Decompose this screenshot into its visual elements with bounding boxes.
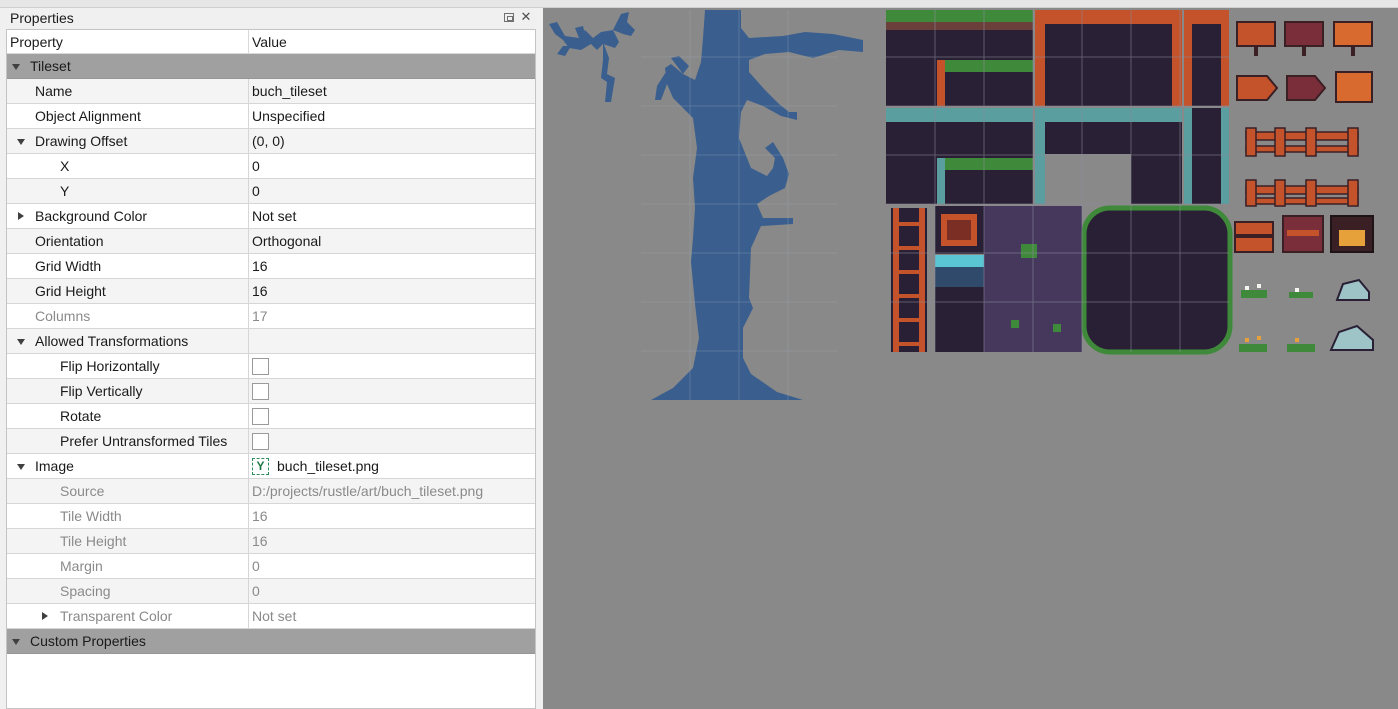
property-label: Flip Vertically	[60, 383, 143, 399]
property-row-prefer-untransformed[interactable]: Prefer Untransformed Tiles	[7, 429, 535, 454]
flip-vertically-checkbox[interactable]	[252, 383, 269, 400]
property-label: Tile Width	[60, 508, 122, 524]
expand-arrow-icon[interactable]	[12, 64, 20, 70]
sign-sprites[interactable]	[1236, 21, 1373, 103]
group-label: Custom Properties	[30, 633, 146, 649]
property-label: Grid Height	[35, 283, 106, 299]
float-dock-icon[interactable]	[504, 13, 514, 22]
chest-sprites[interactable]	[1234, 215, 1374, 253]
property-label: Prefer Untransformed Tiles	[60, 433, 228, 449]
property-value[interactable]: buch_tileset	[252, 83, 327, 99]
column-header-value[interactable]: Value	[252, 34, 287, 50]
property-label: Allowed Transformations	[35, 333, 189, 349]
property-row-grid-width[interactable]: Grid Width 16	[7, 254, 535, 279]
property-row-offset-x[interactable]: X 0	[7, 154, 535, 179]
property-value[interactable]: 0	[252, 183, 260, 199]
property-value[interactable]: 16	[252, 258, 268, 274]
flip-horizontally-checkbox[interactable]	[252, 358, 269, 375]
property-row-flip-horizontally[interactable]: Flip Horizontally	[7, 354, 535, 379]
property-row-orientation[interactable]: Orientation Orthogonal	[7, 229, 535, 254]
property-label: Image	[35, 458, 74, 474]
property-row-object-alignment[interactable]: Object Alignment Unspecified	[7, 104, 535, 129]
property-label: Margin	[60, 558, 103, 574]
property-row-tile-width: Tile Width 16	[7, 504, 535, 529]
expand-arrow-icon[interactable]	[17, 339, 25, 345]
property-label: Source	[60, 483, 105, 499]
property-label: Transparent Color	[60, 608, 173, 624]
expand-arrow-icon[interactable]	[12, 639, 20, 645]
property-value[interactable]: Orthogonal	[252, 233, 321, 249]
property-value: D:/projects/rustle/art/buch_tileset.png	[252, 483, 484, 499]
property-value: 16	[252, 533, 268, 549]
property-label: Columns	[35, 308, 91, 324]
custom-properties-area[interactable]	[7, 654, 535, 708]
property-row-rotate[interactable]: Rotate	[7, 404, 535, 429]
property-row-transparent-color: Transparent Color Not set	[7, 604, 535, 629]
property-row-margin: Margin 0	[7, 554, 535, 579]
property-label: Drawing Offset	[35, 133, 128, 149]
tile-image-icon: Y	[252, 458, 269, 475]
property-row-source: Source D:/projects/rustle/art/buch_tiles…	[7, 479, 535, 504]
group-tileset[interactable]: Tileset	[7, 54, 535, 79]
property-label: Rotate	[60, 408, 102, 424]
property-value[interactable]: 16	[252, 283, 268, 299]
column-header-property[interactable]: Property	[10, 34, 63, 50]
property-row-offset-y[interactable]: Y 0	[7, 179, 535, 204]
property-label: Object Alignment	[35, 108, 141, 124]
property-label: X	[60, 158, 70, 174]
collapse-arrow-icon[interactable]	[18, 212, 24, 220]
property-value: 16	[252, 508, 268, 524]
property-label: Spacing	[60, 583, 111, 599]
property-label: Y	[60, 183, 70, 199]
property-label: Name	[35, 83, 73, 99]
property-value: Not set	[252, 608, 297, 624]
property-value[interactable]: buch_tileset.png	[277, 458, 379, 474]
property-label: Background Color	[35, 208, 148, 224]
property-row-allowed-transformations[interactable]: Allowed Transformations	[7, 329, 535, 354]
property-row-name[interactable]: Name buch_tileset	[7, 79, 535, 104]
properties-dock: Properties ✕ Property Value Tileset Name…	[0, 8, 541, 709]
property-value[interactable]: 0	[252, 158, 260, 174]
group-label: Tileset	[30, 58, 71, 74]
tileset-image[interactable]	[543, 8, 1398, 709]
property-row-drawing-offset[interactable]: Drawing Offset (0, 0)	[7, 129, 535, 154]
property-row-spacing: Spacing 0	[7, 579, 535, 604]
decoration-sprites[interactable]	[1239, 278, 1374, 352]
property-value: 17	[252, 308, 268, 324]
group-custom-properties[interactable]: Custom Properties	[7, 629, 535, 654]
tileset-view[interactable]	[543, 8, 1398, 709]
collapse-arrow-icon[interactable]	[42, 612, 48, 620]
property-row-background-color[interactable]: Background Color Not set	[7, 204, 535, 229]
tree-sprite[interactable]	[549, 10, 863, 400]
fence-sprites[interactable]	[1245, 127, 1359, 207]
expand-arrow-icon[interactable]	[17, 464, 25, 470]
property-row-image[interactable]: Image Y buch_tileset.png	[7, 454, 535, 479]
property-row-grid-height[interactable]: Grid Height 16	[7, 279, 535, 304]
dock-title: Properties	[10, 10, 74, 26]
dock-title-bar: Properties ✕	[0, 8, 541, 28]
property-value: 0	[252, 583, 260, 599]
property-label: Tile Height	[60, 533, 127, 549]
close-icon[interactable]: ✕	[520, 10, 532, 23]
property-value[interactable]: Not set	[252, 208, 296, 224]
prefer-untransformed-checkbox[interactable]	[252, 433, 269, 450]
property-value[interactable]: Unspecified	[252, 108, 325, 124]
property-value: 0	[252, 558, 260, 574]
property-value[interactable]: (0, 0)	[252, 133, 285, 149]
property-row-flip-vertically[interactable]: Flip Vertically	[7, 379, 535, 404]
terrain-tiles[interactable]	[886, 10, 1233, 355]
property-label: Grid Width	[35, 258, 102, 274]
property-tree[interactable]: Property Value Tileset Name buch_tileset…	[6, 29, 536, 709]
property-label: Orientation	[35, 233, 104, 249]
tree-header: Property Value	[7, 30, 535, 54]
property-label: Flip Horizontally	[60, 358, 160, 374]
top-toolbar-edge	[0, 0, 1398, 8]
property-row-tile-height: Tile Height 16	[7, 529, 535, 554]
expand-arrow-icon[interactable]	[17, 139, 25, 145]
rotate-checkbox[interactable]	[252, 408, 269, 425]
property-row-columns: Columns 17	[7, 304, 535, 329]
